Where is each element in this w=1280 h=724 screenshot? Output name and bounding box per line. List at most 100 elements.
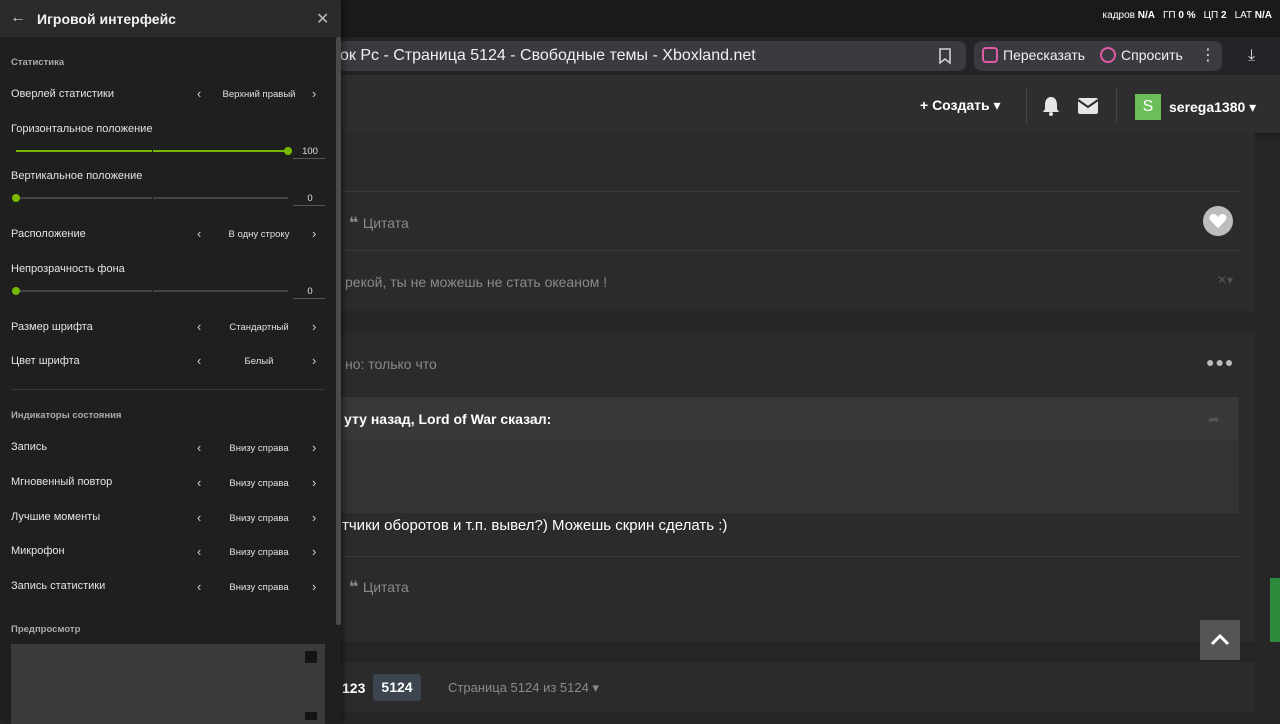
stat-gpu: ГП 0 % [1163,10,1196,21]
quote-link[interactable]: ❝ Цитата [349,213,409,233]
section-divider [11,389,325,390]
setting-label: Микрофон [11,545,65,557]
setting-label: Запись [11,441,48,453]
back-arrow-icon[interactable]: ← [10,9,26,27]
stats-overlay: кадров N/A ГП 0 % ЦП 2 LAT N/A [1103,10,1272,21]
panel-title: Игровой интерфейс [37,11,176,27]
chevron-left-icon[interactable]: ‹ [197,544,201,559]
chevron-right-icon[interactable]: › [312,579,316,594]
page-title[interactable]: ок Pc - Страница 5124 - Свободные темы -… [340,47,756,65]
chevron-right-icon[interactable]: › [312,86,316,101]
chevron-left-icon[interactable]: ‹ [197,579,201,594]
scroll-to-top-button[interactable] [1200,620,1240,660]
setting-value: Стандартный [229,322,289,333]
chevron-right-icon[interactable]: › [312,475,316,490]
vertical-value[interactable]: 0 [294,193,326,204]
post-body: тчики оборотов и т.п. вывел?) Можешь скр… [342,517,728,534]
side-accent-tab[interactable] [1270,578,1280,642]
chevron-left-icon[interactable]: ‹ [197,353,201,368]
chevron-up-icon [1210,633,1230,646]
signature-text: рекой, ты не можешь не стать океаном ! [345,274,608,290]
ask-button[interactable]: Спросить [1100,47,1183,63]
setting-value: В одну строку [228,229,290,240]
chevron-right-icon[interactable]: › [312,319,316,334]
chevron-right-icon[interactable]: › [312,353,316,368]
setting-label: Горизонтальное положение [11,123,153,135]
preview-stats-marker-icon [305,651,317,663]
section-title-preview: Предпросмотр [11,624,81,635]
chevron-right-icon[interactable]: › [312,440,316,455]
post-timestamp: но: только что [345,356,437,372]
setting-value: Внизу справа [229,513,289,524]
bookmark-icon[interactable] [936,47,954,65]
current-page[interactable]: 5124 [373,674,421,701]
slider-midmark [152,148,153,154]
close-signature-icon[interactable]: ✕▾ [1217,273,1233,287]
stat-fps: кадров N/A [1102,10,1155,21]
slider-midmark [152,195,153,201]
chevron-right-icon[interactable]: › [312,510,316,525]
vertical-slider-thumb[interactable] [12,194,20,202]
quote-author[interactable]: уту назад, Lord of War сказал: [344,411,551,427]
download-icon[interactable]: ⤓ [1248,47,1255,65]
more-menu-icon[interactable]: ⋮ [1200,45,1216,65]
retell-button[interactable]: Пересказать [982,47,1085,63]
post-options-icon[interactable]: ●●● [1206,354,1234,370]
horizontal-value[interactable]: 100 [294,146,326,157]
stat-cpu: ЦП 2 [1203,10,1227,21]
chevron-left-icon[interactable]: ‹ [197,86,201,101]
page-jump-dropdown[interactable]: Страница 5124 из 5124 ▾ [448,680,599,696]
setting-value: Внизу справа [229,547,289,558]
avatar[interactable]: S [1135,94,1161,120]
ask-label: Спросить [1121,47,1183,63]
value-underline [293,205,325,206]
like-icon[interactable] [1203,206,1233,236]
bell-icon[interactable] [1040,95,1062,117]
preview-area [11,644,325,724]
slider-midmark [152,288,153,294]
setting-value: Верхний правый [222,89,296,100]
mail-icon[interactable] [1077,97,1099,115]
setting-label: Оверлей статистики [11,88,114,100]
chevron-right-icon[interactable]: › [312,226,316,241]
value-underline [293,158,325,159]
setting-value: Внизу справа [229,443,289,454]
setting-label: Вертикальное положение [11,170,143,182]
section-title-indicators: Индикаторы состояния [11,410,122,421]
quote-icon: ❝ [349,215,359,232]
panel-scrollbar[interactable] [336,37,341,625]
value-underline [293,298,325,299]
chevron-right-icon[interactable]: › [312,544,316,559]
chevron-left-icon[interactable]: ‹ [197,319,201,334]
chevron-left-icon[interactable]: ‹ [197,475,201,490]
header-divider [1026,88,1027,124]
horizontal-slider-thumb[interactable] [284,147,292,155]
opacity-value[interactable]: 0 [294,286,326,297]
retell-label: Пересказать [1003,47,1086,63]
chevron-left-icon[interactable]: ‹ [197,510,201,525]
share-icon[interactable]: ➦ [1208,411,1220,428]
stat-latency: LAT N/A [1234,10,1272,21]
setting-label: Запись статистики [11,580,106,592]
setting-value: Внизу справа [229,478,289,489]
retell-icon [982,47,998,63]
chevron-left-icon[interactable]: ‹ [197,226,201,241]
setting-value: Внизу справа [229,582,289,593]
preview-indicator-marker-icon [305,712,317,720]
header-divider [1116,88,1117,124]
post-divider [340,191,1240,192]
quote-link[interactable]: ❝ Цитата [349,577,409,597]
opacity-slider-thumb[interactable] [12,287,20,295]
create-button[interactable]: + Создать ▾ [920,97,1001,114]
page-link[interactable]: 123 [342,680,365,696]
setting-label: Расположение [11,228,86,240]
post-divider [340,250,1240,251]
user-menu[interactable]: serega1380 ▾ [1169,99,1256,116]
quote-icon: ❝ [349,579,359,596]
post-divider [340,556,1240,557]
chevron-left-icon[interactable]: ‹ [197,440,201,455]
ask-icon [1100,47,1116,63]
setting-label: Цвет шрифта [11,355,80,367]
close-icon[interactable]: ✕ [316,9,329,29]
setting-label: Лучшие моменты [11,511,101,523]
